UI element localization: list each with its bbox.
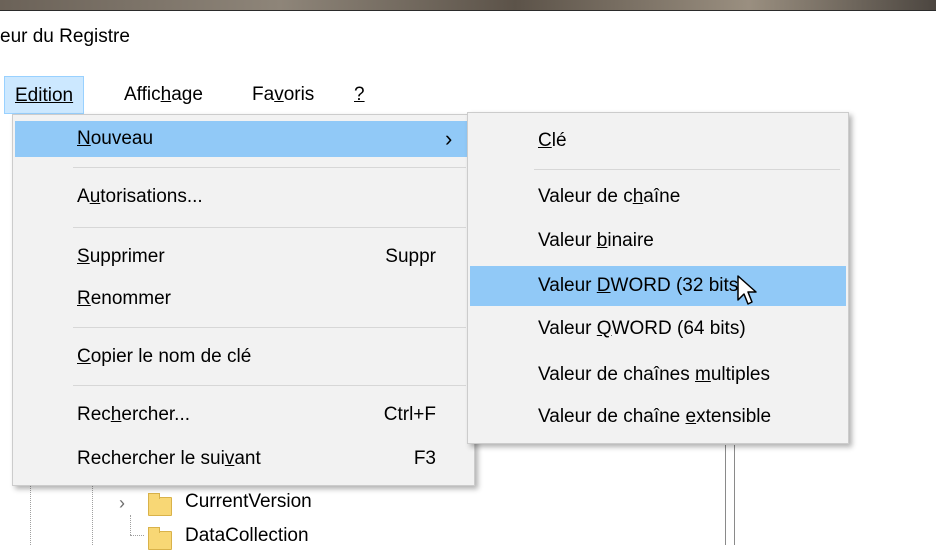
renommer-label: enommer — [90, 288, 171, 309]
menu-separator — [73, 167, 466, 168]
suivant-label-start: Rechercher le sui — [77, 448, 225, 469]
menu-affichage-label-start: Affic — [124, 84, 161, 105]
autorisations-label-start: A — [77, 186, 90, 207]
cle-mnemonic: C — [538, 130, 552, 151]
chaine-mnemonic: h — [632, 186, 644, 207]
supprimer-shortcut: Suppr — [385, 246, 436, 267]
menu-separator — [73, 385, 466, 386]
supprimer-mnemonic: S — [77, 246, 90, 267]
cle-label: lé — [551, 130, 567, 151]
menu-item-supprimer[interactable]: Supprimer Suppr — [15, 239, 472, 275]
chevron-right-icon[interactable]: › — [119, 493, 125, 514]
chevron-right-icon: › — [445, 126, 453, 151]
nouveau-mnemonic: N — [77, 128, 91, 149]
qword-mnemonic: Q — [596, 318, 612, 339]
suivant-shortcut: F3 — [413, 448, 436, 469]
suivant-mnemonic: v — [224, 448, 235, 469]
copier-label: opier le nom de clé — [90, 346, 252, 367]
submenu-item-dword[interactable]: Valeur DWORD (32 bits) — [470, 266, 846, 306]
menu-item-autorisations[interactable]: Autorisations... — [15, 179, 472, 215]
nouveau-label: ouveau — [90, 128, 154, 149]
menu-item-nouveau[interactable]: Nouveau › — [15, 121, 472, 157]
binaire-label-end: inaire — [607, 230, 654, 251]
edit-menu: Nouveau › Autorisations... Supprimer Sup… — [12, 114, 475, 486]
copier-mnemonic: C — [77, 346, 91, 367]
rechercher-shortcut: Ctrl+F — [383, 404, 436, 425]
menu-favoris-mnemonic: v — [274, 84, 284, 105]
tree-item-currentversion[interactable]: CurrentVersion — [185, 488, 312, 516]
menu-help[interactable]: ? — [344, 76, 375, 114]
menu-favoris-label-start: Fa — [252, 84, 275, 105]
menu-favoris[interactable]: Favoris — [242, 76, 324, 114]
menu-edition-label: Edition — [15, 85, 74, 106]
submenu-item-cle[interactable]: Clé — [470, 123, 846, 159]
submenu-item-multiples[interactable]: Valeur de chaînes multiples — [470, 357, 846, 393]
dword-label-end: WORD (32 bits) — [610, 275, 745, 296]
folder-icon — [148, 493, 172, 516]
multiples-label-start: Valeur de chaînes — [538, 364, 696, 385]
desktop-background-strip — [0, 0, 936, 10]
rechercher-label-start: Rec — [77, 404, 111, 425]
submenu-item-extensible[interactable]: Valeur de chaîne extensible — [470, 399, 846, 435]
menu-bar: Edition Affichage Favoris ? — [0, 76, 936, 114]
autorisations-mnemonic: u — [89, 186, 101, 207]
tree-guide-line — [130, 515, 131, 535]
extensible-label-start: Valeur de chaîne — [538, 406, 686, 427]
rechercher-mnemonic: h — [110, 404, 122, 425]
menu-item-renommer[interactable]: Renommer — [15, 281, 472, 317]
menu-item-copier-nom-cle[interactable]: Copier le nom de clé — [15, 339, 472, 375]
tree-guide-line — [130, 535, 144, 536]
multiples-label-end: ultiples — [710, 364, 771, 385]
mouse-cursor-icon — [737, 275, 757, 305]
binaire-mnemonic: b — [596, 230, 608, 251]
extensible-mnemonic: e — [685, 406, 697, 427]
menu-favoris-label-end: oris — [283, 84, 315, 105]
renommer-mnemonic: R — [77, 288, 91, 309]
menu-separator — [73, 327, 466, 328]
nouveau-submenu: Clé Valeur de chaîne Valeur binaire Vale… — [467, 112, 849, 444]
supprimer-label: upprimer — [89, 246, 165, 267]
autorisations-label-end: torisations... — [100, 186, 203, 207]
submenu-item-chaine[interactable]: Valeur de chaîne — [470, 179, 846, 215]
rechercher-label-end: ercher... — [121, 404, 191, 425]
dword-mnemonic: D — [596, 275, 611, 296]
submenu-item-qword[interactable]: Valeur QWORD (64 bits) — [470, 311, 846, 347]
chaine-label-end: aîne — [643, 186, 681, 207]
extensible-label-end: xtensible — [696, 406, 772, 427]
pane-splitter[interactable] — [725, 445, 735, 545]
menu-separator — [534, 169, 840, 170]
menu-separator — [73, 227, 466, 228]
dword-label-start: Valeur — [538, 275, 597, 296]
menu-affichage-label-end: age — [171, 84, 203, 105]
menu-affichage-mnemonic: h — [160, 84, 172, 105]
menu-item-rechercher-suivant[interactable]: Rechercher le suivant F3 — [15, 441, 472, 477]
menu-edition[interactable]: Edition — [4, 76, 85, 114]
folder-icon — [148, 527, 172, 550]
menu-affichage[interactable]: Affichage — [114, 76, 213, 114]
qword-label-end: WORD (64 bits) — [611, 318, 746, 339]
chaine-label-start: Valeur de c — [538, 186, 633, 207]
multiples-mnemonic: m — [695, 364, 711, 385]
binaire-label-start: Valeur — [538, 230, 597, 251]
submenu-item-binaire[interactable]: Valeur binaire — [470, 223, 846, 259]
suivant-label-end: ant — [234, 448, 261, 469]
window-title: eur du Registre — [0, 26, 130, 47]
tree-item-datacollection[interactable]: DataCollection — [185, 522, 309, 550]
qword-label-start: Valeur — [538, 318, 597, 339]
menu-help-label: ? — [354, 84, 365, 105]
menu-item-rechercher[interactable]: Rechercher... Ctrl+F — [15, 397, 472, 433]
